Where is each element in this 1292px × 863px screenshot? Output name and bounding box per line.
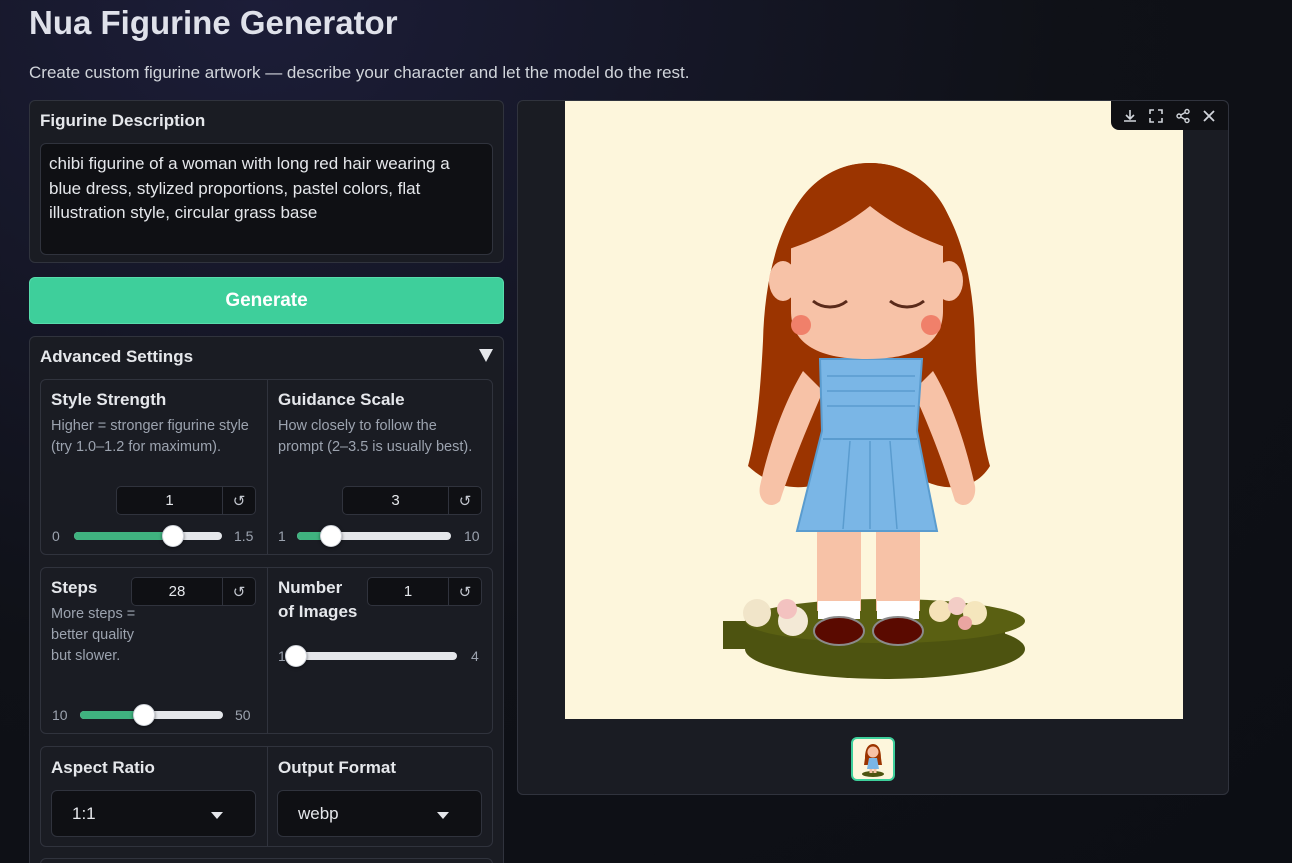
description-panel: Figurine Description chibi figurine of a… — [29, 100, 504, 263]
num-images-title-line2: of Images — [278, 602, 358, 621]
dropdown-arrow-icon — [437, 812, 449, 819]
slider-group-steps-images: Steps 28 ↺ More steps = better quality b… — [40, 567, 493, 734]
dropdown-arrow-icon — [211, 812, 223, 819]
num-images-title: Number of Images — [278, 576, 357, 624]
description-textarea[interactable]: chibi figurine of a woman with long red … — [40, 143, 493, 255]
reset-icon[interactable]: ↺ — [223, 577, 256, 606]
divider — [267, 380, 268, 554]
figurine-illustration — [723, 163, 1025, 679]
reset-icon[interactable]: ↺ — [223, 486, 256, 515]
style-strength-slider[interactable] — [74, 525, 222, 547]
dropdown-group: Aspect Ratio 1:1 Output Format webp — [40, 746, 493, 847]
generated-figurine-image[interactable] — [565, 101, 1183, 719]
close-icon[interactable] — [1198, 105, 1220, 127]
output-gallery — [517, 100, 1229, 795]
divider — [267, 747, 268, 846]
aspect-ratio-value: 1:1 — [72, 803, 96, 823]
divider — [267, 568, 268, 733]
guidance-scale-max: 10 — [464, 528, 480, 544]
steps-info: More steps = better quality but slower. — [51, 606, 136, 664]
description-label: Figurine Description — [40, 111, 206, 130]
guidance-scale-info: How closely to follow the prompt (2–3.5 … — [278, 418, 473, 455]
style-strength-number-input[interactable]: 1 — [116, 486, 223, 515]
slider-fill — [74, 532, 173, 540]
style-strength-min: 0 — [52, 528, 60, 544]
style-strength-max: 1.5 — [234, 528, 254, 544]
slider-thumb[interactable] — [320, 525, 343, 547]
num-images-max: 4 — [471, 648, 479, 664]
aspect-ratio-title: Aspect Ratio — [51, 758, 155, 777]
figurine-thumbnail-illustration — [862, 744, 884, 777]
steps-title: Steps — [51, 578, 98, 597]
steps-slider[interactable] — [80, 704, 223, 726]
collapsed-section-edge — [40, 858, 493, 863]
guidance-scale-number-input[interactable]: 3 — [342, 486, 449, 515]
slider-thumb[interactable] — [161, 525, 184, 547]
steps-min: 10 — [52, 707, 68, 723]
page-subtitle: Create custom figurine artwork — describ… — [29, 63, 690, 82]
num-images-title-line1: Number — [278, 578, 343, 597]
gallery-thumbnail[interactable] — [851, 737, 895, 781]
reset-icon[interactable]: ↺ — [449, 577, 482, 606]
slider-group-strength-guidance: Style Strength Higher = stronger figurin… — [40, 379, 493, 555]
guidance-scale-title: Guidance Scale — [278, 390, 405, 409]
page-title: Nua Figurine Generator — [29, 4, 398, 41]
reset-icon[interactable]: ↺ — [449, 486, 482, 515]
fullscreen-icon[interactable] — [1145, 105, 1167, 127]
aspect-ratio-select[interactable]: 1:1 — [51, 790, 256, 837]
download-icon[interactable] — [1119, 105, 1141, 127]
style-strength-info: Higher = stronger figurine style (try 1.… — [51, 418, 249, 455]
output-format-value: webp — [298, 803, 339, 823]
slider-thumb[interactable] — [133, 704, 156, 726]
collapse-triangle-icon[interactable] — [479, 349, 493, 362]
num-images-slider[interactable] — [285, 645, 457, 667]
slider-thumb[interactable] — [285, 645, 307, 667]
guidance-scale-min: 1 — [278, 528, 286, 544]
guidance-scale-slider[interactable] — [297, 525, 451, 547]
steps-max: 50 — [235, 707, 251, 723]
gallery-toolbar — [1111, 101, 1228, 130]
share-icon[interactable] — [1172, 105, 1194, 127]
num-images-number-input[interactable]: 1 — [367, 577, 449, 606]
advanced-settings-label[interactable]: Advanced Settings — [40, 347, 193, 367]
style-strength-title: Style Strength — [51, 390, 167, 409]
output-format-title: Output Format — [278, 758, 397, 777]
steps-number-input[interactable]: 28 — [131, 577, 223, 606]
generate-button[interactable]: Generate — [29, 277, 504, 324]
output-format-select[interactable]: webp — [277, 790, 482, 837]
